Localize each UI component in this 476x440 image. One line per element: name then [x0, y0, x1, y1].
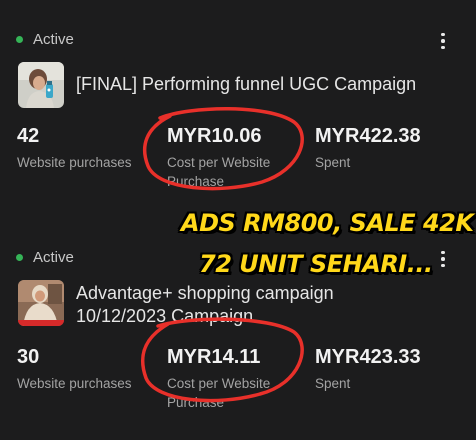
ads-manager-screen: Active [FINAL] Performing funnel UGC Cam…: [0, 0, 476, 440]
metric-cost-per-purchase: MYR10.06 Cost per Website Purchase: [167, 124, 297, 191]
status-row: Active: [16, 31, 74, 48]
overlay-caption-line: 72 UNIT SEHARI...: [199, 250, 433, 278]
metric-website-purchases: 30 Website purchases: [17, 345, 132, 393]
campaign-title-line: Advantage+ shopping campaign: [76, 283, 334, 303]
campaign-thumbnail[interactable]: [18, 280, 64, 326]
metric-website-purchases: 42 Website purchases: [17, 124, 132, 172]
more-options-icon[interactable]: [434, 32, 452, 50]
campaign-title-line: 10/12/2023 Campaign: [76, 306, 254, 326]
metric-label: Cost per Website Purchase: [167, 155, 271, 189]
overlay-caption-line: ADS RM800, SALE 42K: [181, 209, 474, 237]
metric-spent: MYR422.38 Spent: [315, 124, 421, 172]
active-status-dot-icon: [16, 254, 23, 261]
metric-value: MYR10.06: [167, 125, 262, 147]
campaign-title[interactable]: Advantage+ shopping campaign 10/12/2023 …: [76, 282, 334, 328]
metric-value: MYR14.11: [167, 346, 261, 368]
campaign-title[interactable]: [FINAL] Performing funnel UGC Campaign: [76, 73, 416, 96]
metric-spent: MYR423.33 Spent: [315, 345, 421, 393]
metric-label: Website purchases: [17, 376, 132, 391]
metric-label: Spent: [315, 376, 351, 391]
more-options-icon[interactable]: [434, 250, 452, 268]
campaign-card[interactable]: Active [FINAL] Performing funnel UGC Cam…: [0, 0, 476, 212]
metric-value: 42: [17, 125, 40, 147]
status-label: Active: [33, 31, 74, 48]
metric-value: MYR423.33: [315, 346, 421, 368]
campaign-thumbnail[interactable]: [18, 62, 64, 108]
metric-cost-per-purchase: MYR14.11 Cost per Website Purchase: [167, 345, 297, 412]
campaign-card[interactable]: Active Advantage+ shopping campaign 10/1…: [0, 212, 476, 440]
metric-value: MYR422.38: [315, 125, 421, 147]
metric-value: 30: [17, 346, 40, 368]
active-status-dot-icon: [16, 36, 23, 43]
metric-label: Spent: [315, 155, 351, 170]
status-row: Active: [16, 249, 74, 266]
metric-label: Cost per Website Purchase: [167, 376, 271, 410]
metric-label: Website purchases: [17, 155, 132, 170]
status-label: Active: [33, 249, 74, 266]
